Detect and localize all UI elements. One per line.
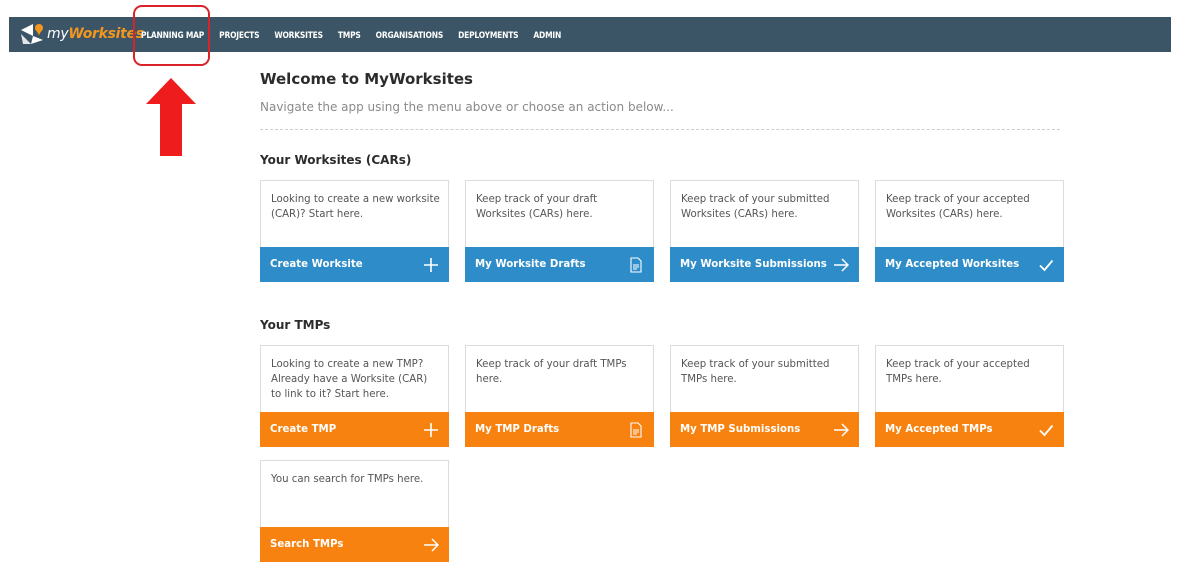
my-accepted-tmps-button[interactable]: My Accepted TMPs	[875, 412, 1064, 447]
card-description: Keep track of your submitted Worksites (…	[681, 194, 830, 220]
my-accepted-worksites-button[interactable]: My Accepted Worksites	[875, 247, 1064, 282]
annotation-arrow-up-icon	[146, 78, 196, 156]
card-description: Keep track of your draft TMPs here.	[476, 359, 627, 385]
card-tmp-submissions: Keep track of your submitted TMPs here. …	[670, 345, 859, 447]
create-worksite-button[interactable]: Create Worksite	[260, 247, 449, 282]
card-accepted-worksites: Keep track of your accepted Worksites (C…	[875, 180, 1064, 282]
card-description: Looking to create a new worksite (CAR)? …	[271, 194, 440, 220]
nav-admin[interactable]: ADMIN	[533, 30, 561, 40]
my-worksite-drafts-button[interactable]: My Worksite Drafts	[465, 247, 654, 282]
card-create-worksite: Looking to create a new worksite (CAR)? …	[260, 180, 449, 282]
page-subtitle: Navigate the app using the menu above or…	[260, 100, 674, 114]
my-tmp-submissions-button[interactable]: My TMP Submissions	[670, 412, 859, 447]
button-label: My Accepted Worksites	[885, 259, 1020, 270]
search-tmps-button[interactable]: Search TMPs	[260, 527, 449, 562]
arrow-right-icon	[834, 422, 849, 437]
check-icon	[1039, 259, 1054, 271]
card-description: Looking to create a new TMP? Already hav…	[271, 359, 428, 400]
my-worksite-submissions-button[interactable]: My Worksite Submissions	[670, 247, 859, 282]
app-name: myWorksites	[47, 26, 144, 42]
arrow-right-icon	[424, 537, 439, 552]
card-tmp-drafts: Keep track of your draft TMPs here. My T…	[465, 345, 654, 447]
logo-mark-icon	[21, 24, 43, 44]
card-create-tmp: Looking to create a new TMP? Already hav…	[260, 345, 449, 447]
plus-icon	[424, 422, 438, 437]
document-icon	[630, 256, 642, 273]
nav-organisations[interactable]: ORGANISATIONS	[376, 30, 444, 40]
card-description: Keep track of your accepted TMPs here.	[886, 359, 1030, 385]
card-description: Keep track of your submitted TMPs here.	[681, 359, 830, 385]
card-description: Keep track of your draft Worksites (CARs…	[476, 194, 598, 220]
button-label: My Worksite Submissions	[680, 259, 827, 270]
section-divider	[260, 129, 1060, 130]
nav-projects[interactable]: PROJECTS	[219, 30, 259, 40]
page-title: Welcome to MyWorksites	[260, 70, 473, 88]
check-icon	[1039, 424, 1054, 436]
document-icon	[630, 421, 642, 438]
button-label: My TMP Submissions	[680, 424, 801, 435]
main-content: Welcome to MyWorksites Navigate the app …	[260, 70, 1065, 562]
card-description: Keep track of your accepted Worksites (C…	[886, 194, 1030, 220]
button-label: Create TMP	[270, 424, 337, 435]
section-title-worksites: Your Worksites (CARs)	[260, 153, 412, 167]
card-worksite-submissions: Keep track of your submitted Worksites (…	[670, 180, 859, 282]
annotation-highlight-box	[133, 5, 210, 66]
button-label: Create Worksite	[270, 259, 363, 270]
button-label: My Worksite Drafts	[475, 259, 586, 270]
plus-icon	[424, 257, 438, 272]
section-title-tmps: Your TMPs	[260, 318, 331, 332]
app-logo[interactable]: myWorksites	[19, 21, 144, 47]
card-description: You can search for TMPs here.	[271, 474, 424, 485]
nav-worksites[interactable]: WORKSITES	[274, 30, 323, 40]
button-label: Search TMPs	[270, 539, 344, 550]
button-label: My TMP Drafts	[475, 424, 560, 435]
card-search-tmps: You can search for TMPs here. Search TMP…	[260, 460, 449, 562]
button-label: My Accepted TMPs	[885, 424, 993, 435]
create-tmp-button[interactable]: Create TMP	[260, 412, 449, 447]
card-accepted-tmps: Keep track of your accepted TMPs here. M…	[875, 345, 1064, 447]
nav-deployments[interactable]: DEPLOYMENTS	[458, 30, 519, 40]
nav-tmps[interactable]: TMPS	[338, 30, 361, 40]
my-tmp-drafts-button[interactable]: My TMP Drafts	[465, 412, 654, 447]
card-worksite-drafts: Keep track of your draft Worksites (CARs…	[465, 180, 654, 282]
arrow-right-icon	[834, 257, 849, 272]
